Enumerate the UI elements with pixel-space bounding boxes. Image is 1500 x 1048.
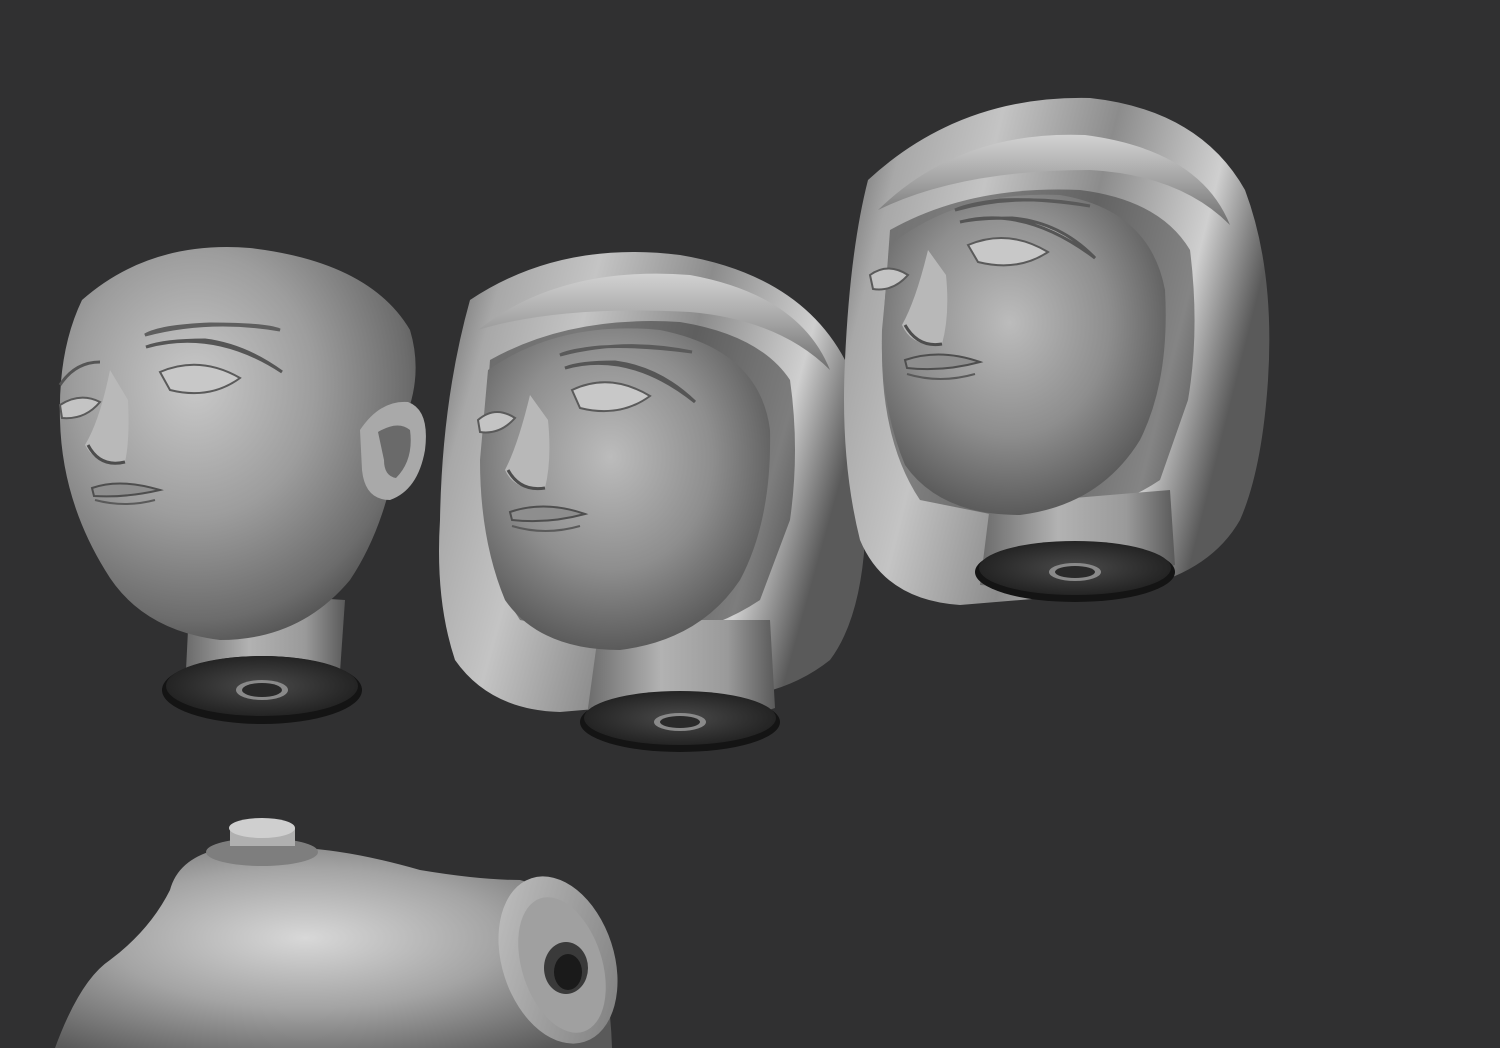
wig-head-model[interactable] — [439, 252, 866, 752]
bald-head-model[interactable] — [58, 247, 426, 724]
torso-model[interactable] — [55, 818, 638, 1048]
wig-head-tilted-model[interactable] — [844, 97, 1270, 605]
sculpt-viewport[interactable] — [0, 0, 1500, 1048]
